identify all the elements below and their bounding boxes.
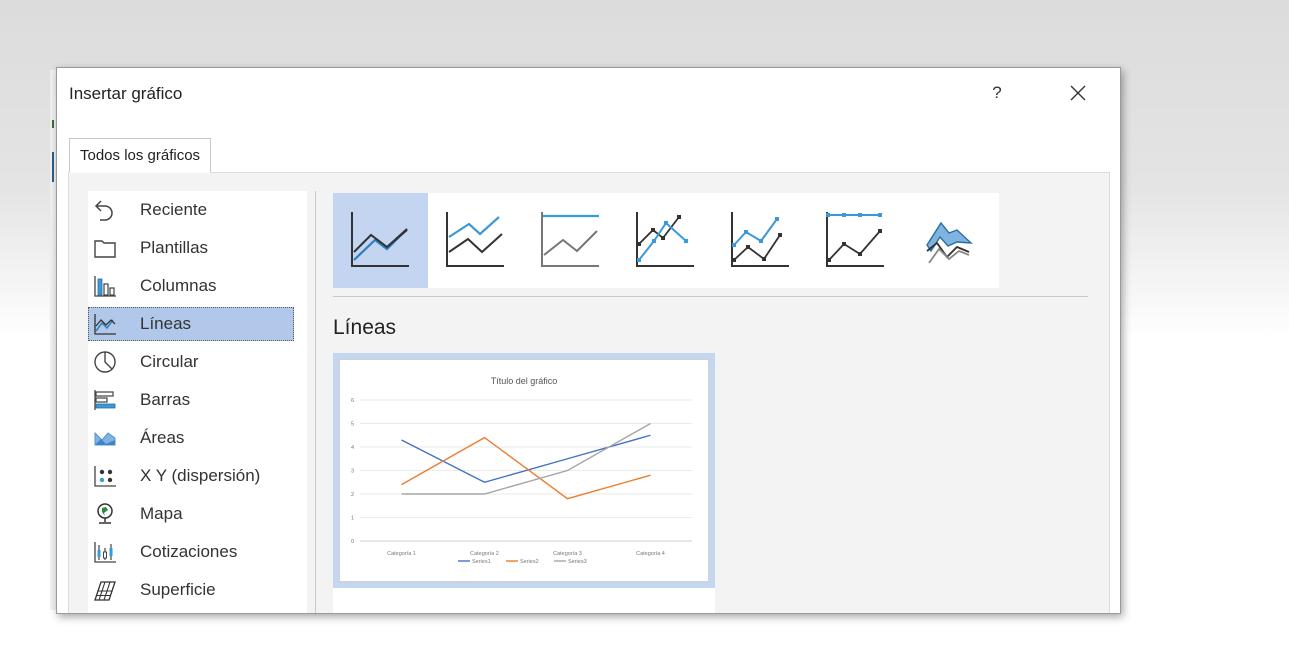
sidebar-item-label: Mapa <box>140 504 183 523</box>
map-chart-icon <box>97 503 113 524</box>
insert-chart-dialog: Insertar gráfico ? Todos los gráficos Re… <box>56 67 1121 614</box>
background-mark <box>52 120 54 128</box>
y-tick-label: 1 <box>351 516 354 522</box>
chart-preview-canvas: Título del gráfico 0 1 2 3 4 5 6 Categoría 1 Cate… <box>339 359 709 582</box>
sidebar-item-label: Cotizaciones <box>140 542 238 561</box>
sidebar-item-pie[interactable]: Circular <box>88 343 307 381</box>
percent-stacked-line-markers-icon <box>826 212 884 267</box>
subtype-3d-line[interactable] <box>903 193 998 288</box>
legend-label: Series1 <box>472 559 491 565</box>
subtype-line[interactable] <box>333 193 428 288</box>
y-tick-label: 0 <box>351 539 354 545</box>
chart-type-list: Reciente Plantillas Columnas Líneas Circ… <box>88 191 307 613</box>
sidebar-item-bars[interactable]: Barras <box>88 381 307 419</box>
line-chart: Título del gráfico 0 1 2 3 4 5 6 Categoría 1 Cate… <box>351 376 692 565</box>
surface-chart-icon <box>94 581 116 601</box>
sidebar-item-map[interactable]: Mapa <box>88 495 307 533</box>
tab-all-charts[interactable]: Todos los gráficos <box>69 138 212 173</box>
sidebar-item-label: Áreas <box>140 428 185 447</box>
subtype-stacked-line[interactable] <box>428 193 523 288</box>
line-markers-icon <box>636 212 694 267</box>
series-line-1 <box>401 434 651 483</box>
sidebar-item-areas[interactable]: Áreas <box>88 419 307 457</box>
close-button[interactable] <box>1063 78 1093 108</box>
stacked-line-icon <box>446 212 504 267</box>
x-tick-label: Categoría 2 <box>470 551 499 557</box>
sidebar-item-label: Barras <box>140 390 191 409</box>
subtype-100-stacked-line[interactable] <box>523 193 618 288</box>
stacked-line-markers-icon <box>731 212 789 267</box>
sidebar-item-label: Plantillas <box>140 238 209 257</box>
stock-chart-icon <box>94 542 116 563</box>
divider <box>333 296 1088 297</box>
percent-stacked-line-icon <box>541 212 599 267</box>
sidebar-item-recent[interactable]: Reciente <box>88 191 307 229</box>
sidebar-item-label: Circular <box>140 352 199 371</box>
sidebar-item-label: Líneas <box>140 314 192 333</box>
recent-icon <box>94 200 113 221</box>
x-tick-label: Categoría 1 <box>387 551 416 557</box>
line-3d-icon <box>926 221 973 264</box>
bar-chart-icon <box>94 390 116 410</box>
sidebar-item-label: Reciente <box>140 200 208 219</box>
divider <box>315 191 316 613</box>
x-tick-label: Categoría 4 <box>636 551 665 557</box>
subtype-100-stacked-line-with-markers[interactable] <box>808 193 903 288</box>
sidebar-item-stock[interactable]: Cotizaciones <box>88 533 307 571</box>
dialog-title: Insertar gráfico <box>69 84 183 103</box>
y-tick-label: 5 <box>351 422 354 428</box>
sidebar-item-label: Superficie <box>140 580 216 599</box>
sidebar-item-columns[interactable]: Columnas <box>88 267 307 305</box>
templates-folder-icon <box>94 240 116 258</box>
chart-preview-next <box>333 588 715 613</box>
sidebar-item-label: Columnas <box>140 276 217 295</box>
sidebar-item-templates[interactable]: Plantillas <box>88 229 307 267</box>
legend-label: Series2 <box>520 559 539 565</box>
legend-label: Series3 <box>568 559 587 565</box>
sidebar-item-lines[interactable]: Líneas <box>88 305 307 343</box>
line-chart-icon <box>94 314 116 335</box>
sidebar-item-surface[interactable]: Superficie <box>88 571 307 609</box>
y-tick-label: 2 <box>351 492 354 498</box>
chart-subtype-gallery <box>333 193 999 288</box>
help-button[interactable]: ? <box>982 78 1012 108</box>
background-mark <box>52 152 54 182</box>
close-icon <box>1070 85 1086 101</box>
chart-preview[interactable]: Título del gráfico 0 1 2 3 4 5 6 Categoría 1 Cate… <box>333 353 715 588</box>
chart-title: Título del gráfico <box>491 376 558 386</box>
area-chart-icon <box>94 431 116 446</box>
line-chart-icon <box>351 212 409 267</box>
sidebar-item-label: X Y (dispersión) <box>140 466 261 485</box>
column-chart-icon <box>94 276 116 297</box>
y-tick-label: 3 <box>351 469 354 475</box>
chart-panel: Reciente Plantillas Columnas Líneas Circ… <box>68 172 1110 613</box>
sidebar-item-scatter[interactable]: X Y (dispersión) <box>88 457 307 495</box>
x-tick-label: Categoría 3 <box>553 551 582 557</box>
y-tick-label: 4 <box>351 445 354 451</box>
scatter-chart-icon <box>94 466 116 487</box>
subtype-line-with-markers[interactable] <box>618 193 713 288</box>
subtype-stacked-line-with-markers[interactable] <box>713 193 808 288</box>
chart-type-heading: Líneas <box>333 316 397 339</box>
y-tick-label: 6 <box>351 398 354 404</box>
pie-chart-icon <box>94 351 116 373</box>
